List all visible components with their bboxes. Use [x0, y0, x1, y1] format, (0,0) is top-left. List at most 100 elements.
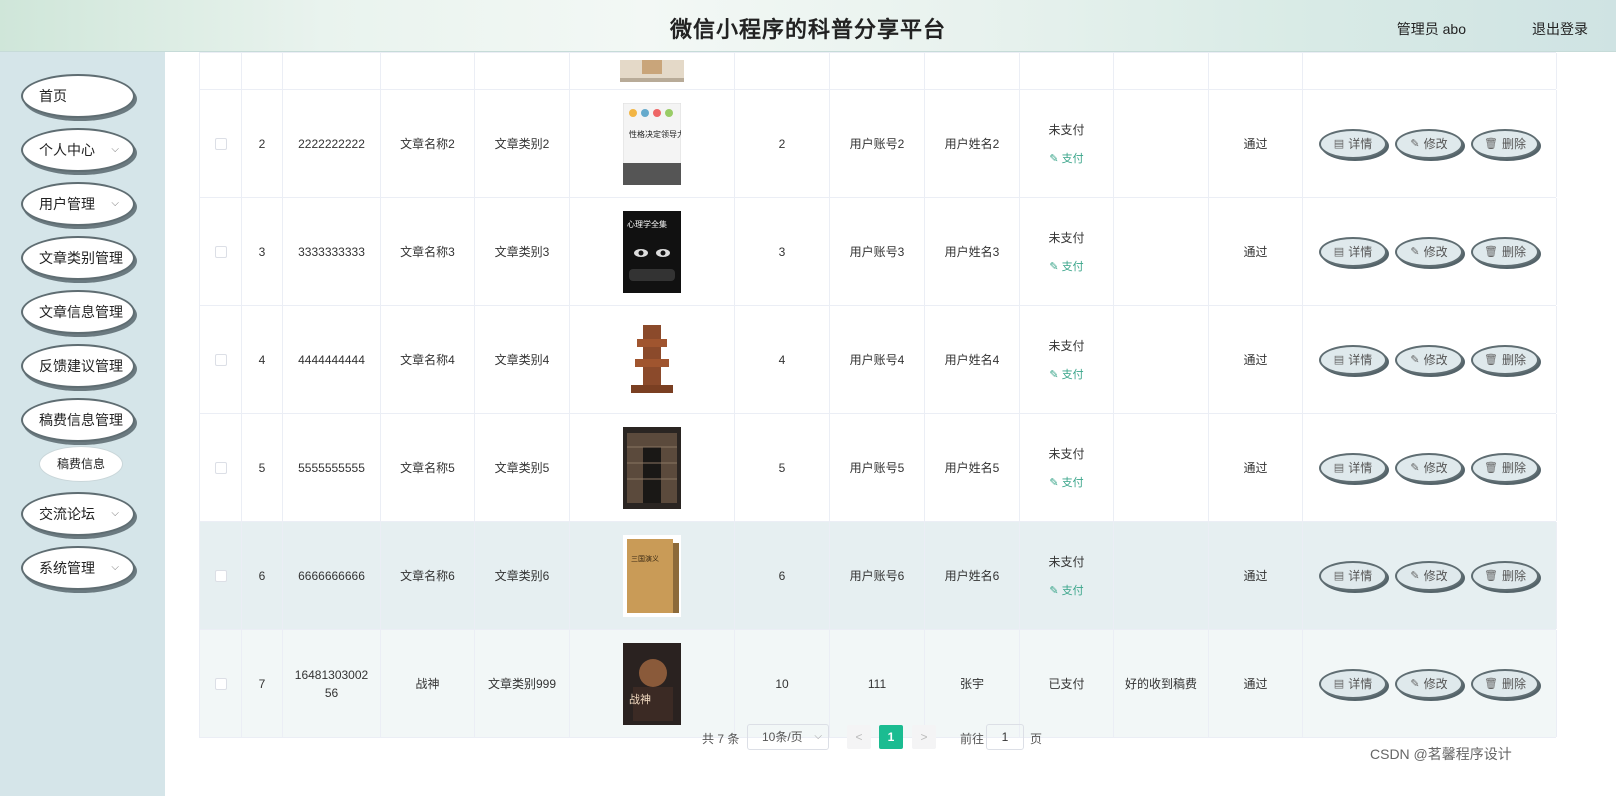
table-row: 6 6666666666 文章名称6 文章类别6 三国演义 6 用户账号6 用户姓名6 未支付 ✎…	[200, 522, 1557, 630]
goto-page-input[interactable]: 1	[986, 724, 1024, 750]
sidebar-item-personal-center[interactable]: 个人中心 ⌵	[21, 128, 135, 172]
row-code: 3333333333	[298, 244, 365, 259]
detail-button[interactable]: ▤ 详情	[1319, 560, 1387, 591]
sidebar: 首页 个人中心 ⌵ 用户管理 ⌵ 文章类别管理 文章信息管理 反馈建议管理 稿费信息…	[0, 52, 165, 796]
delete-button[interactable]: 🗑 删除	[1471, 560, 1539, 591]
page-unit-label: 页	[1030, 732, 1043, 746]
pencil-icon: ✎	[1410, 138, 1420, 150]
sidebar-item-article-category[interactable]: 文章类别管理	[21, 236, 135, 280]
edit-button[interactable]: ✎ 修改	[1395, 344, 1463, 375]
pay-icon: ✎	[1049, 477, 1062, 489]
cover-thumbnail	[620, 60, 684, 82]
main-content: 2 2222222222 文章名称2 文章类别2 性格决定领导力 2 用户账号2 用户姓名2 未…	[165, 52, 1616, 796]
detail-button-label: 详情	[1348, 245, 1373, 259]
sidebar-item-label: 系统管理	[39, 560, 95, 576]
edit-button[interactable]: ✎ 修改	[1395, 560, 1463, 591]
pay-button[interactable]: ✎ 支付	[1049, 258, 1083, 274]
sidebar-item-user-management[interactable]: 用户管理 ⌵	[21, 182, 135, 226]
pay-button[interactable]: ✎ 支付	[1049, 582, 1083, 598]
logout-link[interactable]: 退出登录	[1532, 19, 1588, 39]
row-index: 2	[258, 136, 266, 151]
pay-button-label: 支付	[1061, 585, 1084, 597]
pagination-total: 共 7 条	[702, 732, 740, 746]
cover-title: 战神	[629, 692, 651, 706]
next-page-button[interactable]: >	[912, 725, 936, 749]
goto-label: 前往	[960, 732, 985, 746]
user-name: 用户姓名2	[944, 137, 1000, 151]
sidebar-item-system[interactable]: 系统管理 ⌵	[21, 546, 135, 590]
user-account: 用户账号6	[849, 569, 905, 583]
page-size-select[interactable]: 10条/页 ⌵	[747, 724, 829, 750]
pay-button[interactable]: ✎ 支付	[1049, 366, 1083, 382]
pay-button-label: 支付	[1061, 153, 1084, 165]
row-index: 3	[258, 244, 266, 259]
delete-button[interactable]: 🗑 删除	[1471, 452, 1539, 483]
row-checkbox[interactable]	[214, 569, 227, 582]
trash-icon: 🗑	[1484, 570, 1498, 582]
data-table: 2 2222222222 文章名称2 文章类别2 性格决定领导力 2 用户账号2 用户姓名2 未…	[199, 52, 1557, 738]
pencil-icon: ✎	[1410, 354, 1420, 366]
detail-button[interactable]: ▤ 详情	[1319, 236, 1387, 267]
pencil-icon: ✎	[1410, 678, 1420, 690]
page-number-current[interactable]: 1	[879, 725, 903, 749]
row-quantity: 2	[778, 136, 786, 151]
payment-status-text: 未支付	[1048, 339, 1085, 353]
row-checkbox[interactable]	[214, 245, 227, 258]
edit-button[interactable]: ✎ 修改	[1395, 128, 1463, 159]
user-name: 张宇	[959, 677, 984, 691]
row-checkbox[interactable]	[214, 461, 227, 474]
delete-button[interactable]: 🗑 删除	[1471, 668, 1539, 699]
payment-status-text: 未支付	[1048, 231, 1085, 245]
edit-button-label: 修改	[1423, 245, 1448, 259]
detail-button[interactable]: ▤ 详情	[1319, 668, 1387, 699]
sidebar-item-feedback[interactable]: 反馈建议管理	[21, 344, 135, 388]
row-checkbox[interactable]	[214, 353, 227, 366]
table-row: 5 5555555555 文章名称5 文章类别5 5 用户账号5 用户姓名5 未支付 ✎ 支付通…	[200, 414, 1557, 522]
payment-status: 未支付 ✎ 支付	[1048, 229, 1084, 274]
sidebar-item-fee-management[interactable]: 稿费信息管理	[21, 398, 135, 442]
row-quantity: 3	[778, 244, 786, 259]
row-quantity: 10	[775, 676, 789, 691]
detail-button[interactable]: ▤ 详情	[1319, 128, 1387, 159]
row-remark: 好的收到稿费	[1124, 677, 1197, 691]
row-actions: ▤ 详情 ✎ 修改 🗑 删除	[1303, 630, 1557, 737]
cover-thumbnail: 性格决定领导力	[623, 102, 681, 185]
article-name: 文章名称2	[400, 137, 455, 151]
watermark-text: CSDN @茗馨程序设计	[1370, 746, 1512, 762]
article-name: 文章名称3	[400, 245, 455, 259]
row-actions: ▤ 详情 ✎ 修改 🗑 删除	[1303, 414, 1557, 521]
sidebar-item-label: 交流论坛	[39, 506, 95, 522]
pay-button-label: 支付	[1061, 261, 1084, 273]
audit-status: 通过	[1243, 245, 1268, 259]
sidebar-item-article-info[interactable]: 文章信息管理	[21, 290, 135, 334]
chevron-down-icon: ⌵	[814, 731, 822, 742]
pay-button[interactable]: ✎ 支付	[1049, 150, 1083, 166]
sidebar-subitem-fee-info[interactable]: 稿费信息	[39, 446, 123, 482]
table-row-partial	[200, 53, 1557, 90]
detail-button[interactable]: ▤ 详情	[1319, 344, 1387, 375]
delete-button-label: 删除	[1501, 677, 1526, 691]
chevron-down-icon: ⌵	[111, 508, 119, 519]
sidebar-item-home[interactable]: 首页	[21, 74, 135, 118]
user-account: 用户账号5	[849, 461, 905, 475]
article-category: 文章类别2	[494, 137, 550, 151]
document-icon: ▤	[1333, 570, 1345, 582]
delete-button[interactable]: 🗑 删除	[1471, 236, 1539, 267]
delete-button[interactable]: 🗑 删除	[1471, 128, 1539, 159]
payment-status: 未支付 ✎ 支付	[1048, 121, 1084, 166]
edit-button[interactable]: ✎ 修改	[1395, 668, 1463, 699]
prev-page-button[interactable]: <	[847, 725, 871, 749]
edit-button[interactable]: ✎ 修改	[1395, 452, 1463, 483]
edit-button[interactable]: ✎ 修改	[1395, 236, 1463, 267]
sidebar-item-label: 反馈建议管理	[39, 358, 123, 374]
cover-thumbnail: 心理学全集	[623, 210, 681, 293]
sidebar-item-forum[interactable]: 交流论坛 ⌵	[21, 492, 135, 536]
pay-button[interactable]: ✎ 支付	[1049, 474, 1083, 490]
detail-button[interactable]: ▤ 详情	[1319, 452, 1387, 483]
row-actions: ▤ 详情 ✎ 修改 🗑 删除	[1303, 306, 1557, 413]
row-checkbox[interactable]	[214, 137, 227, 150]
row-checkbox[interactable]	[214, 677, 227, 690]
delete-button[interactable]: 🗑 删除	[1471, 344, 1539, 375]
row-index: 4	[258, 352, 266, 367]
trash-icon: 🗑	[1484, 678, 1498, 690]
